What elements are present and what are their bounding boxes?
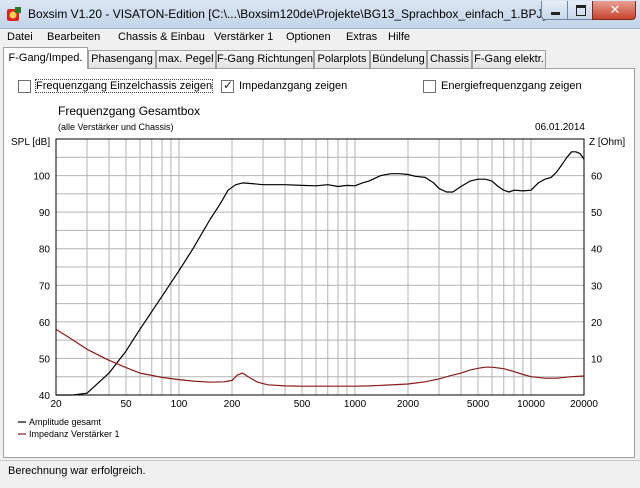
checkbox-energiefrequenzgang[interactable]: Energiefrequenzgang zeigen [423,80,583,94]
frequency-response-chart: Frequenzgang Gesamtbox (alle Verstärker … [11,104,625,439]
x-tick-label: 2000 [397,399,420,410]
tab-max-pegel[interactable]: max. Pegel [156,50,216,68]
x-tick-label: 200 [224,399,241,410]
y-tick-label-left: 40 [39,391,51,402]
tab-strip: F-Gang/Imped. Phasengang max. Pegel F-Ga… [0,47,640,69]
y-tick-label-left: 100 [33,172,50,183]
y-tick-label-left: 70 [39,281,51,292]
x-tick-label: 10000 [517,399,545,410]
tab-buendelung[interactable]: Bündelung [370,50,427,68]
legend-label-impedance: Impedanz Verstärker 1 [29,429,120,439]
y-axis-right-label: Z [Ohm] [589,137,625,148]
chart-grid [56,139,584,395]
menu-extras[interactable]: Extras [346,31,377,43]
close-icon: ✕ [609,2,621,17]
x-tick-label: 500 [294,399,311,410]
checkbox-einzelchassis[interactable]: Frequenzgang Einzelchassis zeigen [18,79,214,94]
tab-f-gang-imped[interactable]: F-Gang/Imped. [3,47,88,69]
chart-subtitle: (alle Verstärker und Chassis) [58,122,174,132]
tab-f-gang-richtungen[interactable]: F-Gang Richtungen [216,50,314,68]
x-tick-label: 50 [120,399,132,410]
maximize-button[interactable] [567,1,593,20]
tab-f-gang-elektr[interactable]: F-Gang elektr. [472,50,546,68]
x-tick-label: 5000 [467,399,490,410]
checkbox-impedanzgang-label: Impedanzgang zeigen [239,80,348,92]
y-tick-label-left: 90 [39,208,51,219]
checkbox-einzelchassis-label: Frequenzgang Einzelchassis zeigen [34,79,214,93]
menu-verstaerker-1[interactable]: Verstärker 1 [214,31,273,43]
y-tick-label-right: 30 [591,281,603,292]
y-tick-label-left: 80 [39,245,51,256]
maximize-icon [576,5,586,16]
menu-chassis-einbau[interactable]: Chassis & Einbau [118,31,205,43]
status-bar: Berechnung war erfolgreich. [0,460,640,488]
chart-title: Frequenzgang Gesamtbox [58,104,200,118]
checkbox-impedanzgang[interactable]: ✓ Impedanzgang zeigen [221,78,371,94]
y-tick-label-right: 50 [591,208,603,219]
chart-legend: Amplitude gesamt Impedanz Verstärker 1 [18,417,120,439]
app-window: Boxsim V1.20 - VISATON-Edition [C:\...\B… [0,0,640,488]
menu-datei[interactable]: Datei [7,31,33,43]
menu-bar: Datei Bearbeiten Chassis & Einbau Verstä… [0,29,640,47]
x-tick-label: 100 [171,399,188,410]
checkbox-energiefrequenzgang-box[interactable] [423,80,436,93]
status-text: Berechnung war erfolgreich. [8,465,146,477]
tab-polarplots[interactable]: Polarplots [314,50,370,68]
tab-chassis[interactable]: Chassis [427,50,472,68]
menu-hilfe[interactable]: Hilfe [388,31,410,43]
boxsim-app-icon [7,7,21,21]
y-tick-label-right: 40 [591,245,603,256]
menu-optionen[interactable]: Optionen [286,31,331,43]
tab-phasengang[interactable]: Phasengang [88,50,156,68]
x-tick-label: 20000 [570,399,598,410]
window-title: Boxsim V1.20 - VISATON-Edition [C:\...\B… [28,7,546,21]
y-tick-label-right: 10 [591,354,603,365]
minimize-icon [551,12,560,15]
y-axis-left-label: SPL [dB] [11,137,50,148]
chart-tick-labels: 20 50 100 200 500 1000 2000 5000 10000 20000 40 50 6… [33,172,602,410]
y-tick-label-left: 60 [39,318,51,329]
checkbox-energiefrequenzgang-label: Energiefrequenzgang zeigen [441,80,582,92]
checkbox-impedanzgang-box[interactable]: ✓ [221,78,234,93]
checkbox-einzelchassis-box[interactable] [18,80,31,93]
chart-date: 06.01.2014 [535,122,585,133]
x-tick-label: 20 [50,399,62,410]
minimize-button[interactable] [541,1,568,20]
y-tick-label-right: 20 [591,318,603,329]
menu-bearbeiten[interactable]: Bearbeiten [47,31,100,43]
title-bar[interactable]: Boxsim V1.20 - VISATON-Edition [C:\...\B… [0,0,640,29]
y-tick-label-left: 50 [39,354,51,365]
legend-label-amplitude: Amplitude gesamt [29,417,102,427]
checkmark-icon: ✓ [223,78,234,92]
y-tick-label-right: 60 [591,172,603,183]
close-button[interactable]: ✕ [592,1,636,20]
x-tick-label: 1000 [344,399,367,410]
